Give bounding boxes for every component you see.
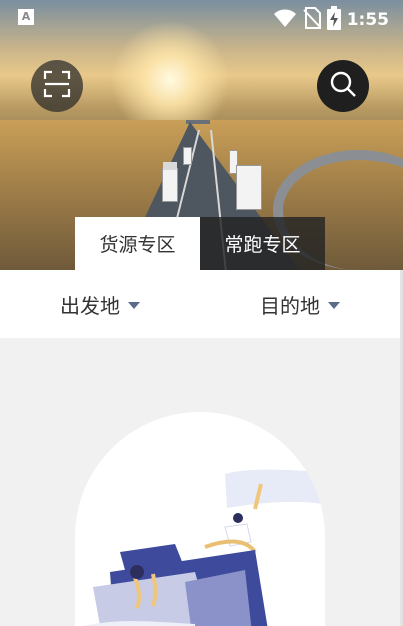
content-area	[0, 338, 400, 626]
truck-cab	[163, 162, 177, 170]
origin-filter[interactable]: 出发地	[60, 270, 140, 338]
zone-tabs: 货源专区 常跑专区	[75, 217, 325, 270]
scan-button[interactable]	[31, 60, 83, 112]
destination-label: 目的地	[260, 293, 320, 318]
search-button[interactable]	[317, 60, 369, 112]
tab-cargo-zone[interactable]: 货源专区	[75, 217, 200, 270]
chevron-down-icon	[128, 301, 140, 309]
tab-frequent-routes[interactable]: 常跑专区	[200, 217, 325, 270]
filter-bar: 出发地 目的地	[0, 270, 400, 338]
empty-state-art	[83, 469, 325, 626]
destination-filter[interactable]: 目的地	[260, 270, 340, 338]
notification-badge: A	[18, 9, 34, 25]
battery-charging-icon	[326, 6, 341, 34]
chevron-down-icon	[328, 301, 340, 309]
truck	[183, 147, 192, 165]
truck	[162, 168, 178, 202]
status-time: 1:55	[346, 10, 389, 30]
status-icons: 1:55	[273, 6, 389, 34]
no-sim-icon	[302, 7, 321, 33]
search-icon	[329, 70, 357, 102]
origin-label: 出发地	[60, 293, 120, 318]
scan-icon	[43, 70, 71, 102]
truck	[236, 165, 262, 210]
empty-state-illustration	[75, 412, 325, 626]
wifi-icon	[273, 8, 297, 32]
status-bar: A 1:55	[0, 0, 403, 34]
